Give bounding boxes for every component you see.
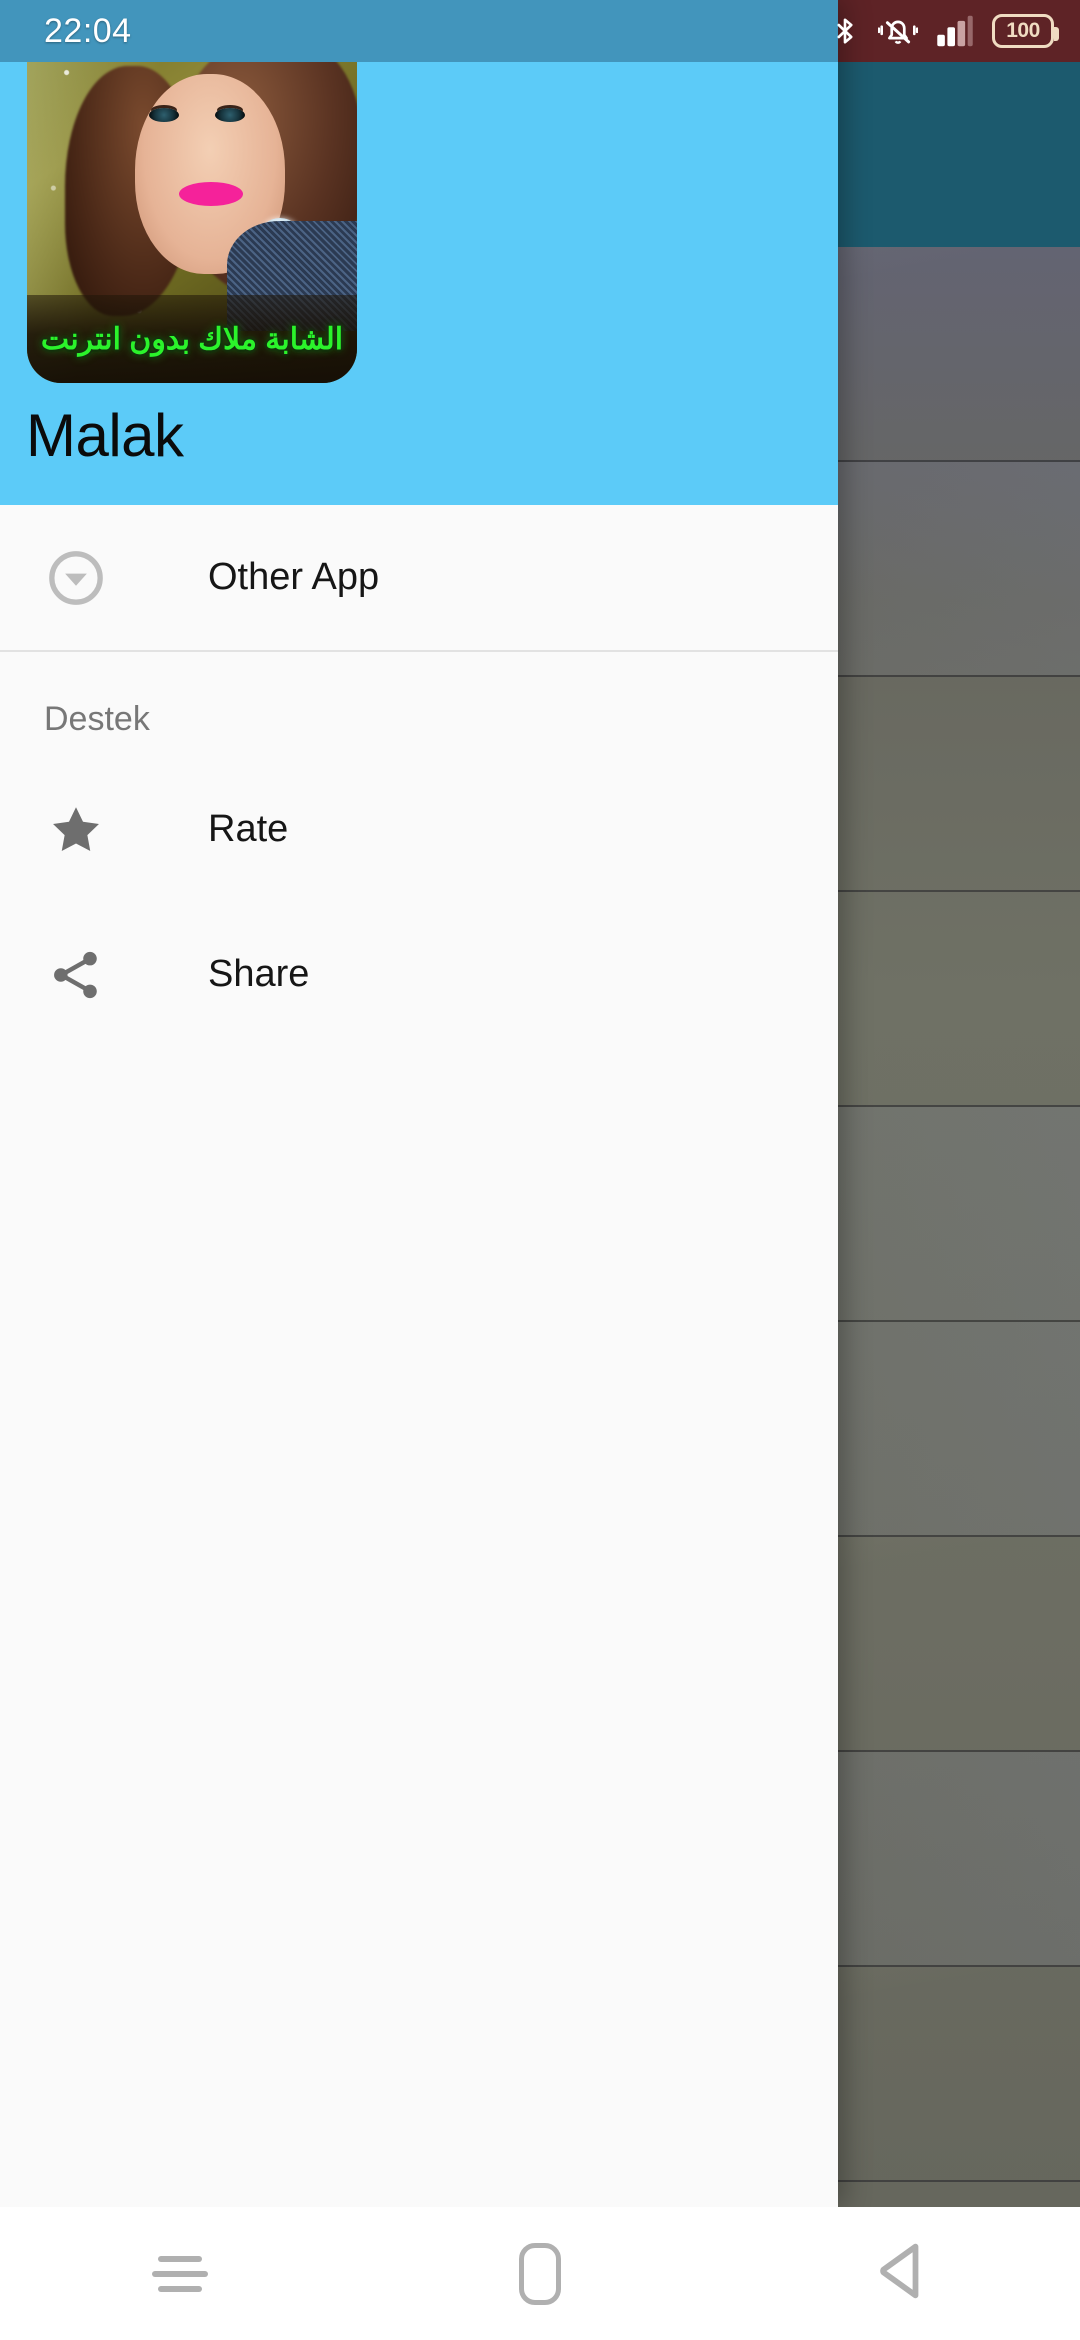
app-icon-eye-left [149, 108, 179, 122]
drawer-body: Other App Destek Rate Share [0, 505, 838, 1047]
drawer-title: Malak [26, 402, 184, 469]
back-triangle-icon [871, 2240, 929, 2307]
home-rounded-square-icon [519, 2242, 561, 2305]
drawer-item-other-app[interactable]: Other App [0, 505, 838, 650]
back-button[interactable] [810, 2207, 990, 2340]
app-icon: الشابة ملاك بدون انترنت [27, 22, 357, 383]
status-icon-tray: 100 [830, 0, 1059, 62]
star-icon [40, 794, 112, 866]
app-icon-caption-text: الشابة ملاك بدون انترنت [40, 322, 344, 356]
drawer-item-label: Rate [208, 808, 289, 850]
recents-button[interactable] [90, 2207, 270, 2340]
drawer-header: الشابة ملاك بدون انترنت Malak [0, 0, 838, 505]
share-icon [40, 939, 112, 1011]
navigation-drawer[interactable]: الشابة ملاك بدون انترنت Malak Other App … [0, 0, 838, 2207]
bluetooth-icon [830, 12, 860, 50]
home-button[interactable] [450, 2207, 630, 2340]
system-navigation-bar[interactable] [0, 2207, 1080, 2340]
drawer-section-title: Destek [44, 700, 150, 738]
status-clock: 22:04 [44, 11, 132, 50]
battery-level-text: 100 [1006, 19, 1040, 42]
app-icon-eye-right [215, 108, 245, 122]
silent-vibrate-icon [878, 12, 918, 50]
menu-lines-icon [152, 2247, 208, 2301]
status-bar[interactable]: 22:04 100 [0, 0, 1080, 62]
drawer-item-label: Other App [208, 556, 380, 598]
battery-icon: 100 [992, 14, 1059, 48]
signal-bars-icon [936, 14, 974, 48]
drawer-item-rate[interactable]: Rate [0, 757, 838, 902]
drawer-item-share[interactable]: Share [0, 902, 838, 1047]
drawer-section-support: Destek Rate Share [0, 652, 838, 1047]
drawer-item-label: Share [208, 953, 310, 995]
app-icon-caption: الشابة ملاك بدون انترنت [27, 295, 357, 383]
arrow-drop-down-circle-icon [40, 542, 112, 614]
